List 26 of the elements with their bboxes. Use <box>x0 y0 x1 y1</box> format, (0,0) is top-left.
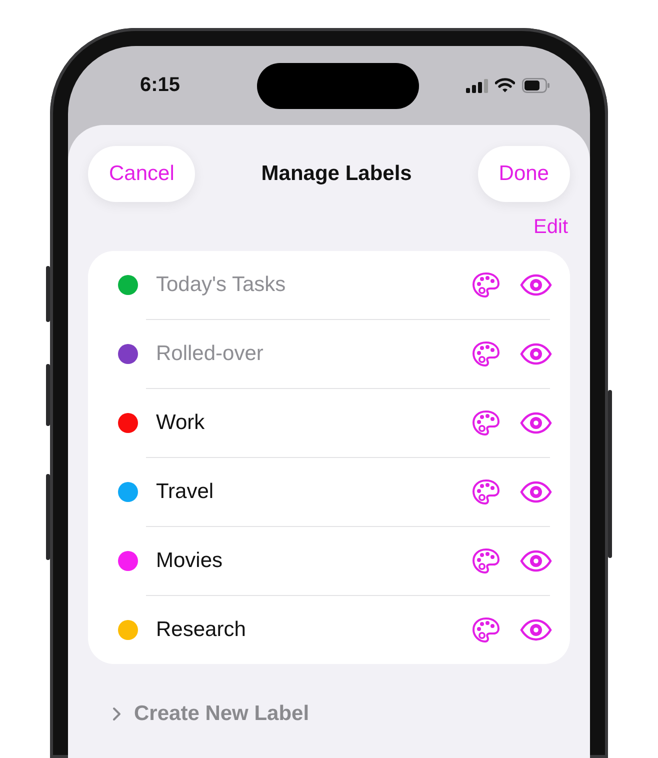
done-button[interactable]: Done <box>478 146 570 202</box>
sheet-title: Manage Labels <box>261 162 412 186</box>
create-label-button[interactable]: Create New Label <box>134 702 310 726</box>
battery-icon <box>522 78 550 93</box>
wifi-icon <box>495 78 515 93</box>
label-name[interactable]: Work <box>156 411 472 435</box>
palette-icon[interactable] <box>472 548 500 574</box>
label-name[interactable]: Movies <box>156 549 472 573</box>
label-name[interactable]: Travel <box>156 480 472 504</box>
eye-icon[interactable] <box>520 550 552 572</box>
chevron-icon <box>112 707 122 721</box>
label-name[interactable]: Research <box>156 618 472 642</box>
cancel-button[interactable]: Cancel <box>88 146 196 202</box>
palette-icon[interactable] <box>472 272 500 298</box>
status-time: 6:15 <box>140 74 180 97</box>
palette-icon[interactable] <box>472 617 500 643</box>
edit-button[interactable]: Edit <box>534 214 568 241</box>
palette-icon[interactable] <box>472 410 500 436</box>
eye-icon[interactable] <box>520 619 552 641</box>
palette-icon[interactable] <box>472 479 500 505</box>
signal-icon <box>466 78 488 92</box>
eye-icon[interactable] <box>520 274 552 296</box>
eye-icon[interactable] <box>520 412 552 434</box>
palette-icon[interactable] <box>472 341 500 367</box>
eye-icon[interactable] <box>520 481 552 503</box>
eye-icon[interactable] <box>520 343 552 365</box>
